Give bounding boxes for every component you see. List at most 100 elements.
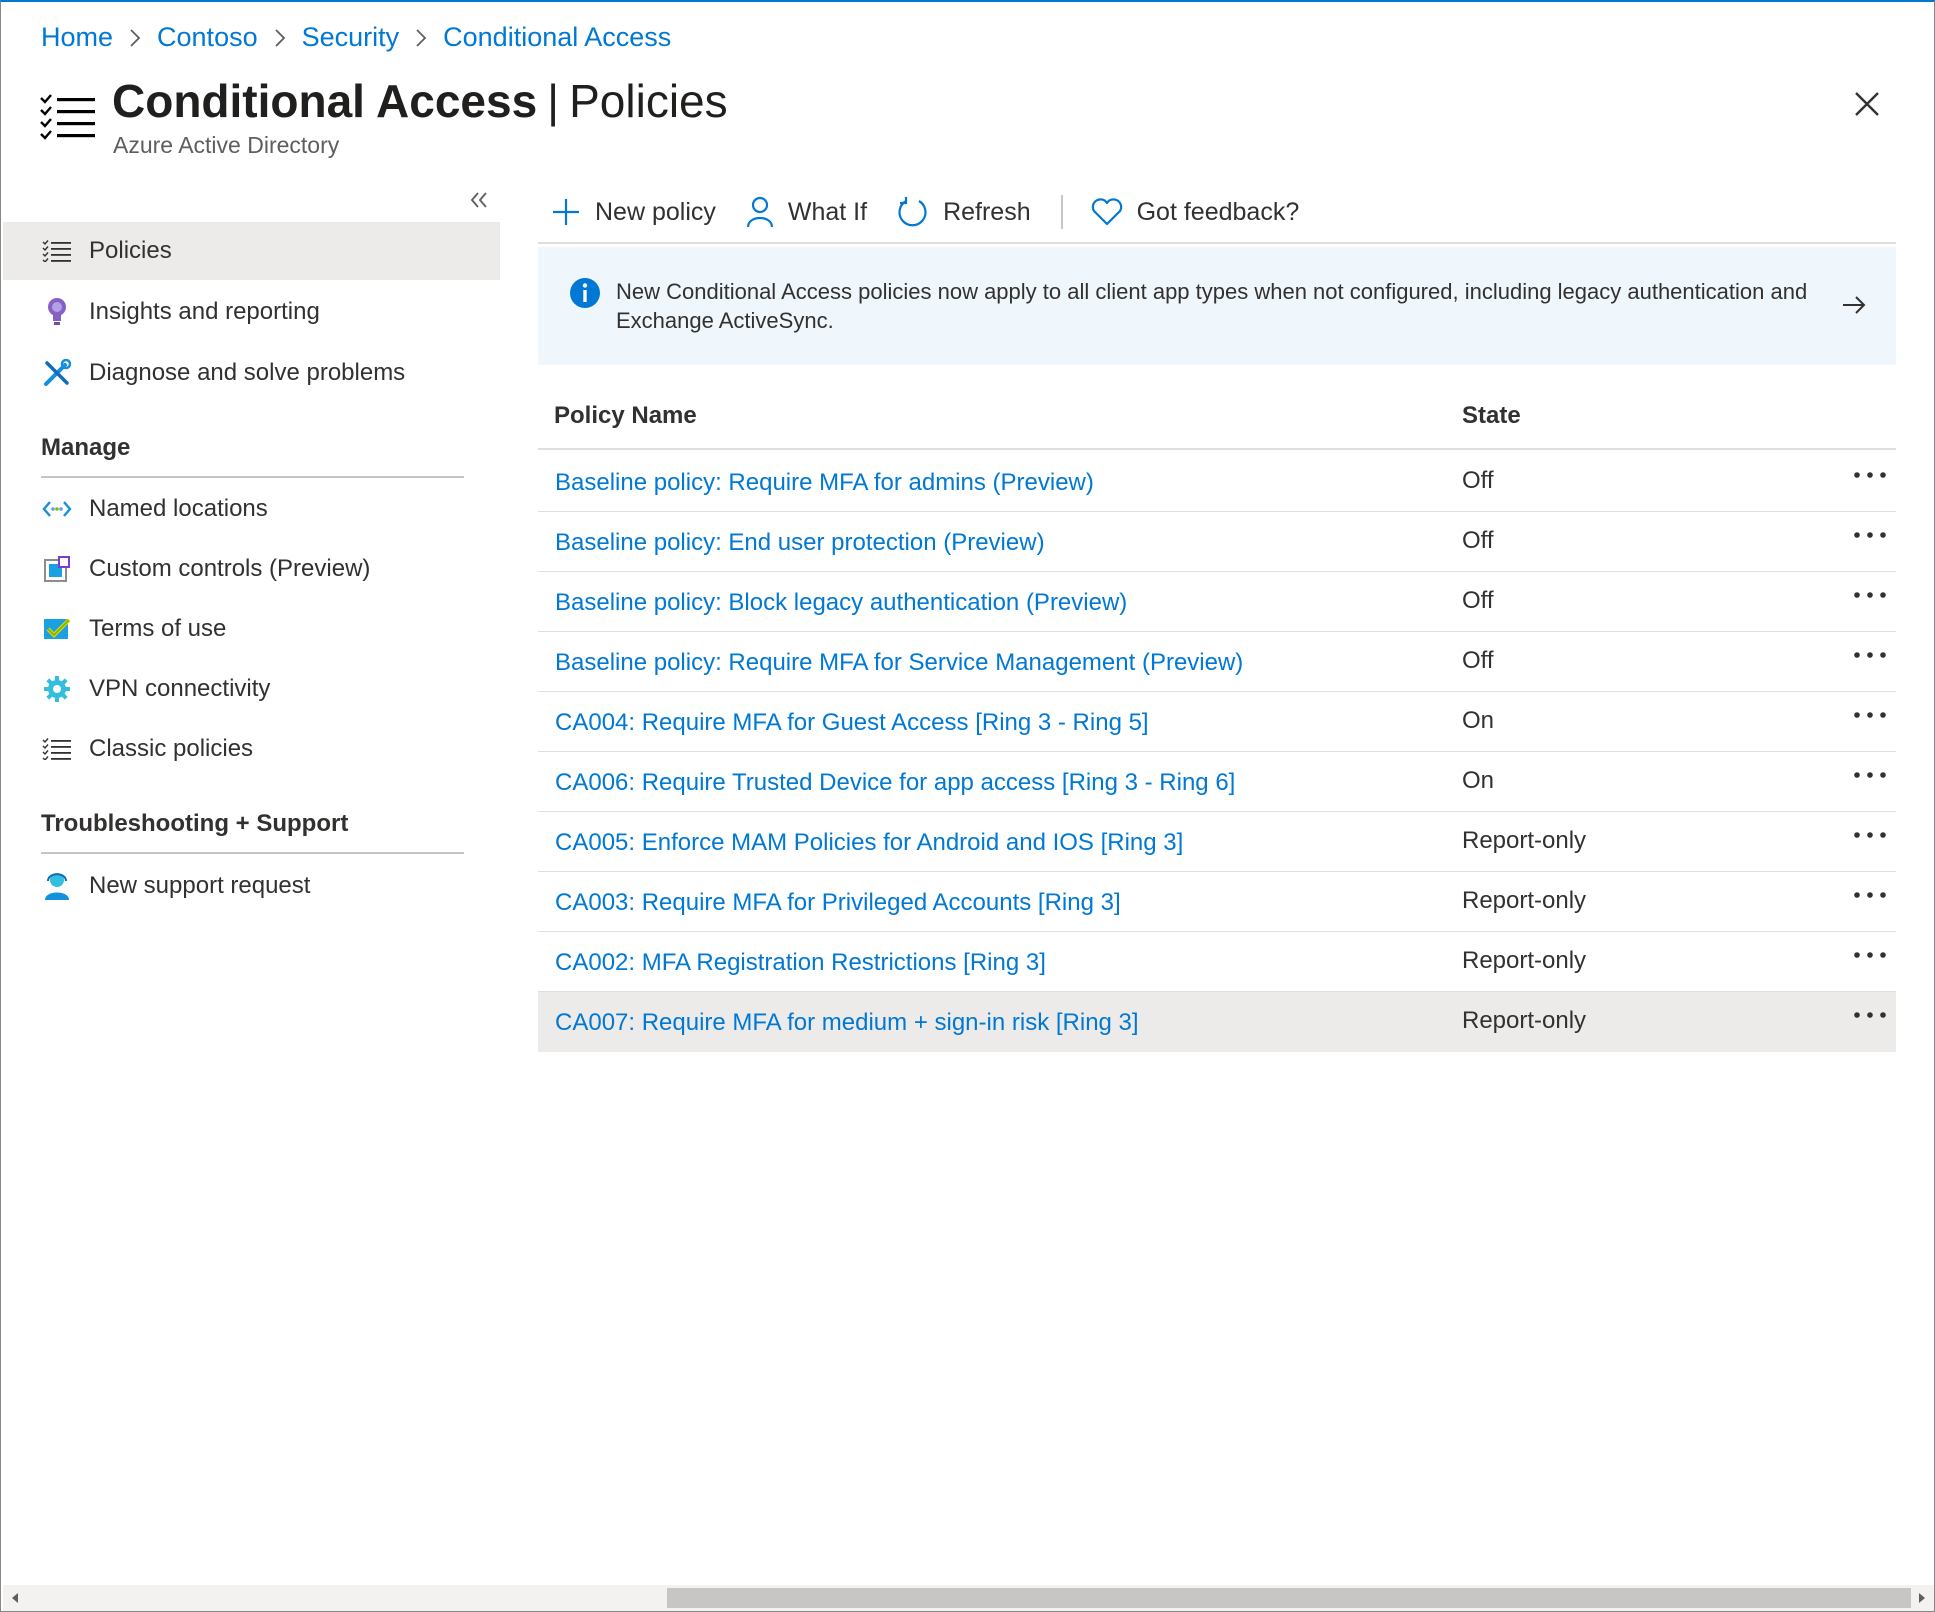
scroll-left-icon[interactable] [3, 1585, 27, 1611]
more-options-icon[interactable] [1852, 946, 1888, 972]
table-row: CA002: MFA Registration Restrictions [Ri… [538, 932, 1896, 992]
policy-name-link[interactable]: Baseline policy: End user protection (Pr… [555, 529, 1045, 557]
more-options-icon[interactable] [1852, 646, 1888, 672]
policy-name-link[interactable]: Baseline policy: Block legacy authentica… [555, 589, 1127, 617]
info-banner[interactable]: New Conditional Access policies now appl… [538, 247, 1896, 365]
refresh-button[interactable]: Refresh [897, 196, 1031, 228]
close-icon[interactable] [1847, 84, 1887, 124]
person-icon [746, 196, 773, 228]
more-options-icon[interactable] [1852, 886, 1888, 912]
policy-name-link[interactable]: Baseline policy: Require MFA for Service… [555, 649, 1243, 677]
policy-name-link[interactable]: CA006: Require Trusted Device for app ac… [555, 769, 1235, 797]
scrollbar-thumb[interactable] [667, 1588, 1911, 1608]
more-options-icon[interactable] [1852, 766, 1888, 792]
table-row: CA006: Require Trusted Device for app ac… [538, 752, 1896, 812]
scroll-right-icon[interactable] [1910, 1585, 1934, 1611]
column-header-policy-name[interactable]: Policy Name [554, 402, 697, 430]
table-row: CA005: Enforce MAM Policies for Android … [538, 812, 1896, 872]
refresh-icon [898, 197, 927, 227]
wrench-icon [41, 357, 73, 389]
heart-icon [1091, 198, 1122, 226]
sidebar-section-troubleshooting: Troubleshooting + Support [41, 810, 464, 854]
sidebar-item-label: Custom controls (Preview) [89, 555, 371, 582]
feedback-label: Got feedback? [1136, 197, 1300, 226]
toolbar-divider [1060, 195, 1063, 229]
refresh-label: Refresh [943, 197, 1031, 226]
more-options-icon[interactable] [1852, 826, 1888, 852]
policy-state: Off [1462, 587, 1494, 614]
table-row: Baseline policy: End user protection (Pr… [538, 512, 1896, 572]
more-options-icon[interactable] [1852, 466, 1888, 492]
more-options-icon[interactable] [1852, 1006, 1888, 1032]
chevron-right-icon [415, 28, 427, 48]
page-title-sub: Policies [569, 75, 728, 127]
sidebar-item-label: Diagnose and solve problems [89, 359, 406, 386]
table-row: Baseline policy: Block legacy authentica… [538, 572, 1896, 632]
more-options-icon[interactable] [1852, 586, 1888, 612]
policy-state: Report-only [1462, 827, 1587, 854]
sidebar-item-label: Policies [89, 237, 172, 264]
breadcrumb-contoso[interactable]: Contoso [157, 22, 258, 53]
gear-icon [41, 673, 73, 705]
sidebar-item-classic-policies[interactable]: Classic policies [3, 720, 500, 778]
page-title-separator: | [547, 75, 560, 127]
policy-name-link[interactable]: CA003: Require MFA for Privileged Accoun… [555, 889, 1121, 917]
page-title-main: Conditional Access [112, 75, 538, 127]
feedback-button[interactable]: Got feedback? [1091, 197, 1300, 227]
table-row: CA003: Require MFA for Privileged Accoun… [538, 872, 1896, 932]
custom-controls-icon [41, 553, 73, 585]
what-if-button[interactable]: What If [746, 196, 867, 228]
policy-state: Report-only [1462, 887, 1587, 914]
policy-name-link[interactable]: CA005: Enforce MAM Policies for Android … [555, 829, 1183, 857]
sidebar-item-policies[interactable]: Policies [3, 222, 500, 280]
collapse-sidebar-icon[interactable] [467, 188, 491, 212]
policy-list-icon [41, 733, 73, 765]
sidebar-item-insights[interactable]: Insights and reporting [3, 283, 500, 341]
command-bar: New policy What If Refresh Got feedback? [551, 190, 1329, 234]
arrow-right-icon[interactable] [1840, 291, 1868, 319]
info-banner-text: New Conditional Access policies now appl… [616, 279, 1808, 333]
policy-name-link[interactable]: CA002: MFA Registration Restrictions [Ri… [555, 949, 1046, 977]
sidebar-item-named-locations[interactable]: Named locations [3, 480, 500, 538]
policy-name-link[interactable]: Baseline policy: Require MFA for admins … [555, 469, 1094, 497]
more-options-icon[interactable] [1852, 706, 1888, 732]
info-icon [569, 277, 601, 309]
new-policy-label: New policy [595, 197, 716, 226]
sidebar-item-label: New support request [89, 872, 311, 899]
sidebar-item-diagnose[interactable]: Diagnose and solve problems [3, 344, 500, 402]
terms-of-use-icon [41, 613, 73, 645]
table-row: Baseline policy: Require MFA for Service… [538, 632, 1896, 692]
policy-name-link[interactable]: CA004: Require MFA for Guest Access [Rin… [555, 709, 1149, 737]
chevron-right-icon [274, 28, 286, 48]
column-header-state[interactable]: State [1462, 402, 1521, 430]
named-locations-icon [41, 493, 73, 525]
breadcrumb-home[interactable]: Home [41, 22, 113, 53]
policy-state: Off [1462, 647, 1494, 674]
policy-state: Off [1462, 527, 1494, 554]
more-options-icon[interactable] [1852, 526, 1888, 552]
sidebar-item-label: Classic policies [89, 735, 254, 762]
sidebar-item-terms-of-use[interactable]: Terms of use [3, 600, 500, 658]
sidebar-item-label: Terms of use [89, 615, 227, 642]
new-policy-button[interactable]: New policy [551, 197, 716, 227]
sidebar-item-label: VPN connectivity [89, 675, 271, 702]
table-row: CA004: Require MFA for Guest Access [Rin… [538, 692, 1896, 752]
what-if-label: What If [787, 197, 868, 226]
policy-state: On [1462, 707, 1495, 734]
sidebar-item-vpn-connectivity[interactable]: VPN connectivity [3, 660, 500, 718]
policy-state: Report-only [1462, 1007, 1587, 1034]
portal-blade: Home Contoso Security Conditional Access… [0, 0, 1935, 1612]
sidebar-item-label: Named locations [89, 495, 268, 522]
policy-state: Off [1462, 467, 1494, 494]
policy-name-link[interactable]: CA007: Require MFA for medium + sign-in … [555, 1009, 1139, 1037]
breadcrumb-security[interactable]: Security [302, 22, 400, 53]
lightbulb-icon [41, 296, 73, 328]
table-header: Policy Name State [538, 390, 1896, 450]
breadcrumb-conditional-access[interactable]: Conditional Access [443, 22, 671, 53]
page-title: Conditional Access | Policies [112, 74, 728, 128]
sidebar-item-new-support-request[interactable]: New support request [3, 857, 500, 915]
policy-state: On [1462, 767, 1495, 794]
horizontal-scrollbar[interactable] [3, 1585, 1934, 1611]
sidebar-item-custom-controls[interactable]: Custom controls (Preview) [3, 540, 500, 598]
plus-icon [553, 199, 579, 225]
